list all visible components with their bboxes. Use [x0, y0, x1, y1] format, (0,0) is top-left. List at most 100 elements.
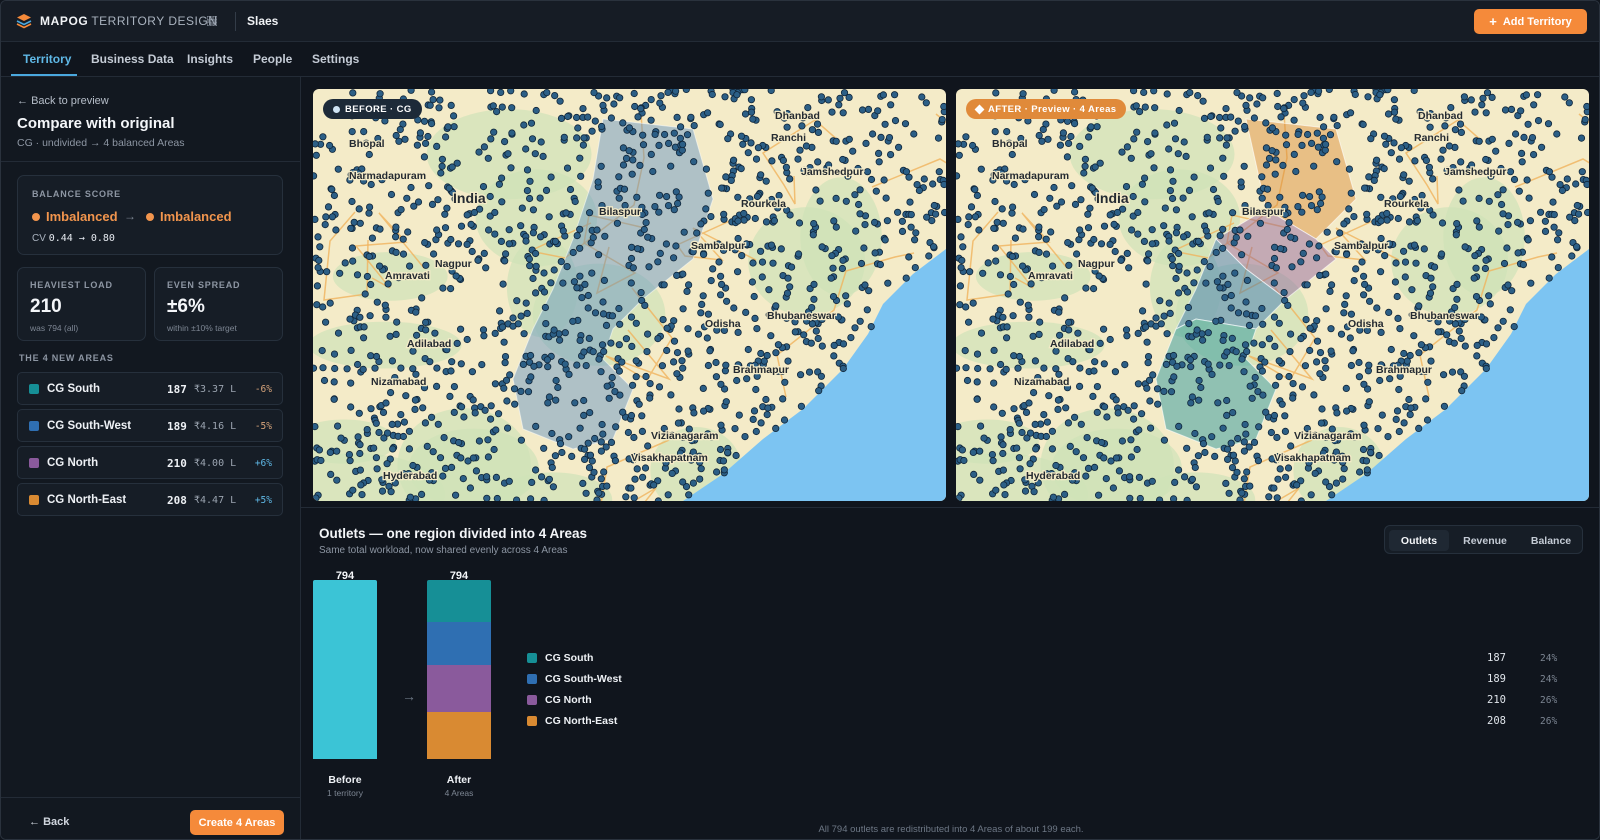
outlet-marker[interactable] [1008, 252, 1016, 261]
outlet-marker[interactable] [1385, 308, 1393, 316]
outlet-marker[interactable] [655, 208, 663, 216]
outlet-marker[interactable] [1471, 108, 1479, 116]
outlet-marker[interactable] [1472, 293, 1481, 301]
outlet-marker[interactable] [1205, 209, 1213, 217]
outlet-marker[interactable] [319, 133, 327, 141]
outlet-marker[interactable] [333, 422, 342, 430]
outlet-marker[interactable] [388, 357, 397, 365]
outlet-marker[interactable] [463, 240, 471, 248]
outlet-marker[interactable] [353, 271, 362, 279]
outlet-marker[interactable] [774, 341, 782, 349]
outlet-marker[interactable] [1495, 227, 1503, 235]
outlet-marker[interactable] [1321, 140, 1330, 149]
outlet-marker[interactable] [380, 434, 388, 442]
outlet-marker[interactable] [502, 250, 510, 258]
outlet-marker[interactable] [499, 323, 507, 331]
outlet-marker[interactable] [529, 229, 537, 237]
outlet-marker[interactable] [630, 89, 638, 98]
outlet-marker[interactable] [911, 264, 919, 272]
outlet-marker[interactable] [1193, 326, 1201, 334]
outlet-marker[interactable] [1170, 351, 1178, 360]
outlet-marker[interactable] [930, 201, 938, 210]
outlet-marker[interactable] [1114, 409, 1122, 417]
outlet-marker[interactable] [469, 396, 477, 404]
outlet-marker[interactable] [1313, 129, 1321, 137]
outlet-marker[interactable] [910, 236, 919, 244]
outlet-marker[interactable] [934, 134, 943, 142]
outlet-marker[interactable] [548, 429, 556, 438]
outlet-marker[interactable] [738, 252, 746, 260]
outlet-marker[interactable] [1526, 217, 1535, 225]
outlet-marker[interactable] [712, 373, 720, 381]
outlet-marker[interactable] [1307, 139, 1316, 148]
outlet-marker[interactable] [1316, 113, 1324, 121]
outlet-marker[interactable] [1059, 129, 1068, 137]
outlet-marker[interactable] [1298, 141, 1306, 150]
outlet-marker[interactable] [598, 341, 607, 349]
outlet-marker[interactable] [597, 368, 605, 376]
outlet-marker[interactable] [313, 172, 318, 180]
outlet-marker[interactable] [1056, 141, 1065, 149]
outlet-marker[interactable] [786, 175, 794, 183]
outlet-marker[interactable] [1106, 211, 1114, 219]
outlet-marker[interactable] [1297, 258, 1305, 266]
outlet-marker[interactable] [1216, 232, 1224, 240]
outlet-marker[interactable] [563, 164, 572, 172]
outlet-marker[interactable] [647, 116, 655, 124]
outlet-marker[interactable] [1279, 161, 1287, 170]
outlet-marker[interactable] [967, 203, 976, 211]
outlet-marker[interactable] [416, 129, 425, 137]
outlet-marker[interactable] [1091, 463, 1099, 471]
outlet-marker[interactable] [722, 361, 730, 369]
outlet-marker[interactable] [1098, 438, 1106, 447]
outlet-marker[interactable] [1460, 372, 1468, 380]
outlet-marker[interactable] [973, 191, 981, 200]
outlet-marker[interactable] [527, 351, 535, 360]
outlet-marker[interactable] [988, 450, 997, 459]
outlet-marker[interactable] [1349, 347, 1357, 355]
outlet-marker[interactable] [1382, 140, 1390, 148]
outlet-marker[interactable] [484, 436, 492, 444]
outlet-marker[interactable] [1303, 281, 1311, 289]
outlet-marker[interactable] [1100, 222, 1109, 230]
outlet-marker[interactable] [547, 279, 555, 287]
outlet-marker[interactable] [1412, 259, 1420, 267]
outlet-marker[interactable] [865, 287, 873, 295]
outlet-marker[interactable] [1352, 265, 1360, 273]
outlet-marker[interactable] [999, 313, 1007, 321]
outlet-marker[interactable] [1065, 326, 1073, 334]
outlet-marker[interactable] [411, 396, 420, 404]
outlet-marker[interactable] [663, 346, 671, 355]
outlet-marker[interactable] [382, 313, 390, 321]
outlet-marker[interactable] [468, 247, 476, 256]
outlet-marker[interactable] [1203, 133, 1211, 141]
outlet-marker[interactable] [1319, 123, 1328, 131]
outlet-marker[interactable] [605, 394, 613, 402]
outlet-marker[interactable] [334, 329, 343, 337]
outlet-marker[interactable] [1125, 264, 1133, 272]
outlet-marker[interactable] [1175, 289, 1183, 297]
outlet-marker[interactable] [411, 405, 419, 413]
outlet-marker[interactable] [1168, 255, 1176, 263]
outlet-marker[interactable] [1380, 165, 1388, 173]
outlet-marker[interactable] [562, 209, 570, 217]
outlet-marker[interactable] [1134, 380, 1142, 388]
outlet-marker[interactable] [1206, 164, 1215, 172]
outlet-marker[interactable] [1517, 107, 1525, 115]
outlet-marker[interactable] [349, 257, 357, 265]
outlet-marker[interactable] [1355, 358, 1363, 367]
outlet-marker[interactable] [1240, 162, 1248, 170]
outlet-marker[interactable] [481, 406, 489, 414]
outlet-marker[interactable] [922, 99, 930, 107]
outlet-marker[interactable] [316, 243, 324, 251]
outlet-marker[interactable] [630, 494, 638, 501]
outlet-marker[interactable] [1100, 454, 1108, 462]
outlet-marker[interactable] [872, 187, 880, 195]
outlet-marker[interactable] [1200, 258, 1208, 266]
outlet-marker[interactable] [992, 257, 1000, 265]
outlet-marker[interactable] [1040, 206, 1048, 214]
outlet-marker[interactable] [818, 342, 826, 350]
outlet-marker[interactable] [727, 176, 735, 185]
outlet-marker[interactable] [642, 219, 650, 227]
outlet-marker[interactable] [956, 215, 962, 223]
